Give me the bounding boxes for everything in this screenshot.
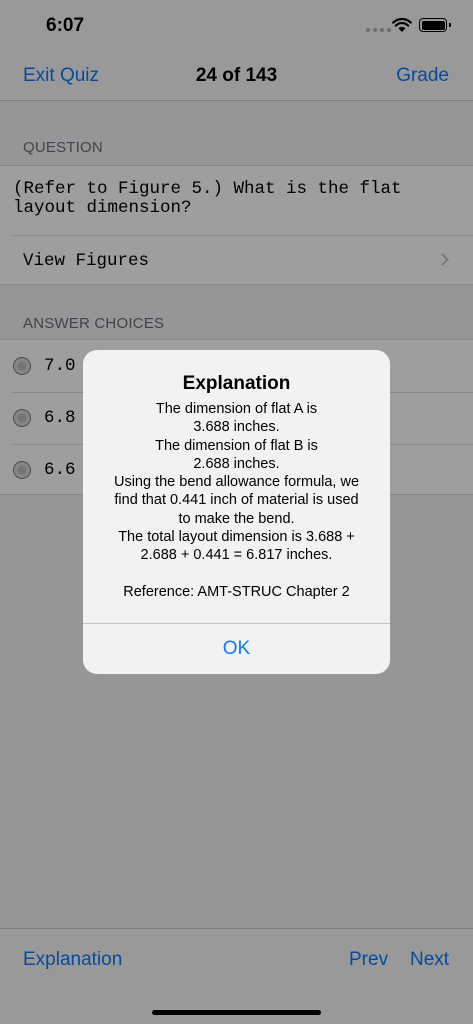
alert-message-line: find that 0.441 inch of material is used [114, 492, 359, 509]
alert-title: Explanation [182, 373, 291, 394]
alert-reference-line: Reference: AMT-STRUC Chapter 2 [123, 583, 350, 600]
explanation-alert: Explanation The dimension of flat A is 3… [83, 350, 390, 674]
alert-message-line: 2.688 + 0.441 = 6.817 inches. [140, 547, 333, 564]
alert-message-line [97, 565, 376, 583]
alert-message-line: to make the bend. [178, 510, 295, 527]
alert-message-line: The dimension of flat B is [155, 437, 318, 454]
alert-message-line: 3.688 inches. [193, 419, 280, 436]
alert-message: The dimension of flat A is 3.688 inches.… [97, 400, 376, 601]
alert-message-line: The total layout dimension is 3.688 + [118, 529, 355, 546]
alert-message-line: Using the bend allowance formula, we [113, 474, 360, 491]
ok-button[interactable]: OK [83, 624, 390, 674]
alert-message-line: 2.688 inches. [193, 455, 280, 472]
alert-message-line: The dimension of flat A is [155, 401, 318, 417]
